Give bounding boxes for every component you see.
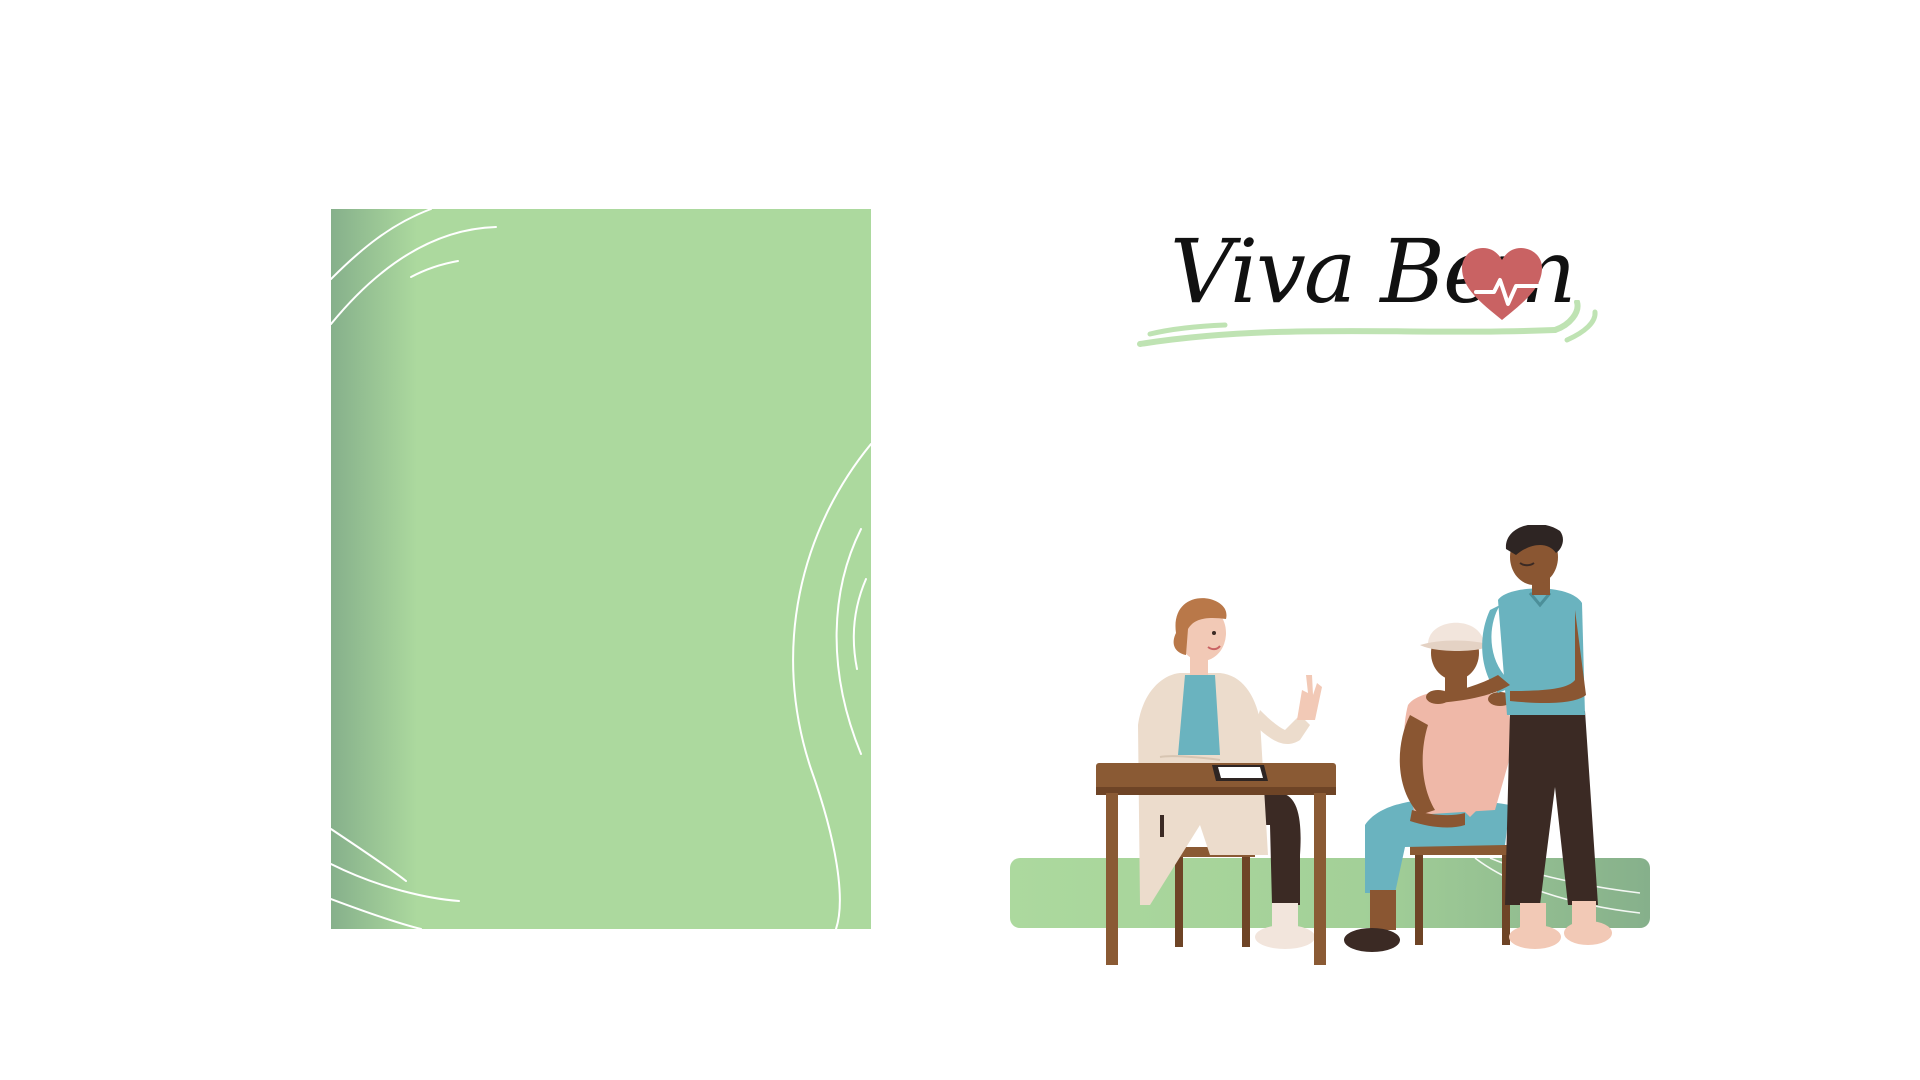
- green-panel: [331, 209, 871, 929]
- brand-logo: Viva Bem: [1130, 220, 1600, 380]
- consultation-illustration: [1010, 525, 1660, 970]
- heart-pulse-icon: [1462, 248, 1542, 320]
- panel-background: [331, 209, 871, 929]
- consultation-scene: [1010, 525, 1650, 965]
- green-panel-art: [331, 209, 871, 929]
